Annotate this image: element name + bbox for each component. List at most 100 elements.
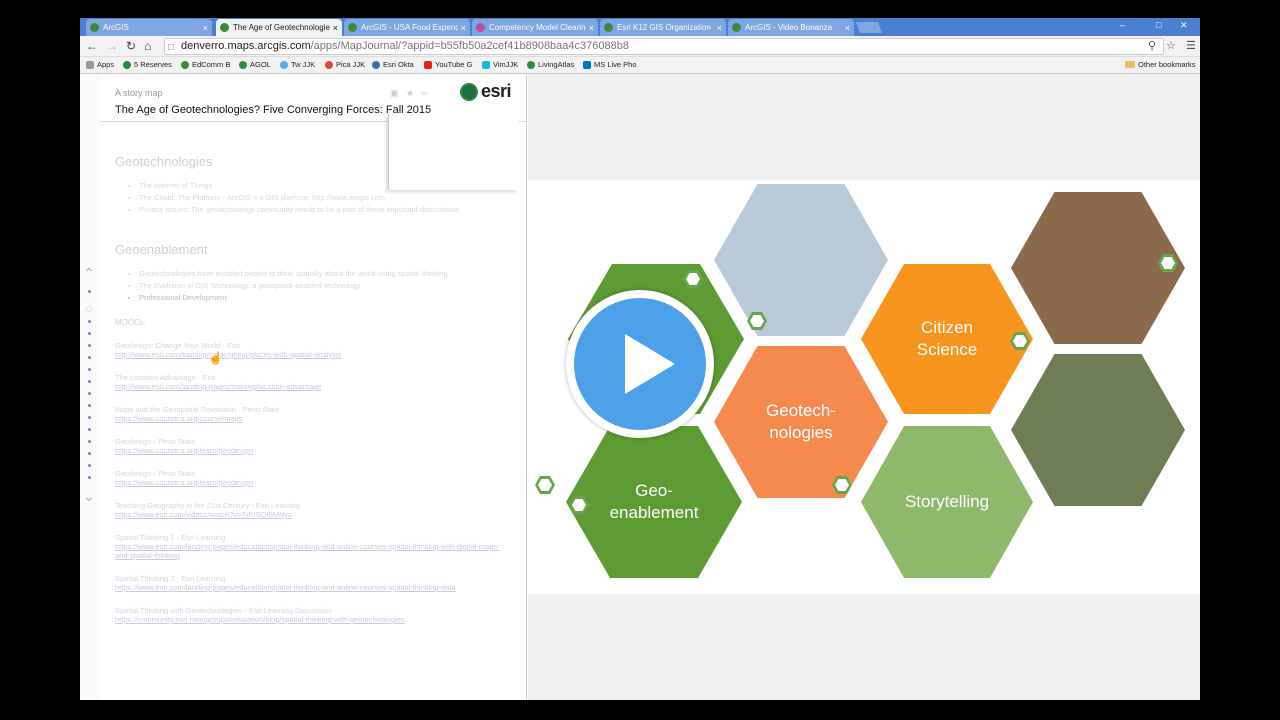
link-list: Geodesign: Change Your World - Esri http:…: [115, 341, 505, 624]
video-play-button[interactable]: [566, 290, 714, 438]
resource-title: The Location Advantage - Esri: [115, 373, 216, 382]
arcgis-favicon-icon: [348, 23, 357, 32]
story-subtitle: A story map: [115, 88, 163, 98]
tab-esri-k12[interactable]: Esri K12 GIS Organization ×: [600, 19, 726, 36]
bookmark-esri-okta[interactable]: Esri Okta: [372, 60, 414, 69]
resource-link[interactable]: http://www.esri.com/training/mooc/going-…: [115, 350, 505, 359]
resource-link[interactable]: http://www.esri.com/landing-pages/traini…: [115, 382, 505, 391]
resource-title: Geodesign: Change Your World - Esri: [115, 341, 240, 350]
close-tab-icon[interactable]: ×: [589, 23, 594, 33]
browser-toolbar: ← → ↻ ⌂ □ denverro.maps.arcgis.com/apps/…: [80, 36, 1200, 57]
onedrive-icon: [583, 60, 591, 69]
section-dot[interactable]: [88, 476, 91, 479]
close-tab-icon[interactable]: ×: [717, 23, 722, 33]
chevron-down-icon[interactable]: ⌄: [83, 488, 95, 505]
page-content: ⌃ ⌄ A story map The Age of Geotechnologi…: [80, 74, 1200, 700]
link-icon[interactable]: ∞: [421, 88, 427, 98]
maximize-icon[interactable]: □: [1156, 20, 1161, 30]
story-body: Geotechnologies The Internet of Things T…: [115, 134, 505, 624]
section-dot[interactable]: [88, 290, 91, 293]
resource-link[interactable]: https://www.coursera.org/course/maps: [115, 414, 505, 423]
resource-link[interactable]: https://community.esri.com/groups/educat…: [115, 615, 505, 624]
resource-link[interactable]: https://www.coursera.org/learn/geodesign: [115, 478, 505, 487]
browser-window: ArcGIS × The Age of Geotechnologies × Ar…: [80, 18, 1200, 700]
new-tab-button[interactable]: [855, 22, 883, 33]
globe-icon: [460, 82, 478, 101]
tab-title: ArcGIS: [103, 23, 129, 32]
resource-title: Teaching Geography in the 21st Century -…: [115, 501, 301, 510]
resource-title: Spatial Thinking with Geotechnologies - …: [115, 606, 332, 615]
bookmark-youtube[interactable]: YouTube G: [424, 60, 472, 69]
clearinghouse-favicon-icon: [476, 23, 485, 32]
address-bar[interactable]: □ denverro.maps.arcgis.com/apps/MapJourn…: [164, 38, 1164, 55]
hex-geoenablement: Geo-enablement: [566, 426, 742, 578]
section-dot[interactable]: [88, 380, 91, 383]
section-dot[interactable]: [88, 392, 91, 395]
section-dot[interactable]: [88, 332, 91, 335]
facebook-icon[interactable]: ▣: [390, 88, 399, 99]
bookmark-apps[interactable]: Apps: [86, 60, 114, 69]
bookmark-agol[interactable]: AGOL: [239, 60, 271, 69]
bookmark-pica-jjk[interactable]: Pica JJK: [325, 60, 365, 69]
hex-label: Citizen Science: [916, 317, 978, 359]
menu-icon[interactable]: ☰: [1186, 39, 1196, 52]
close-tab-icon[interactable]: ×: [333, 23, 338, 33]
arcgis-favicon-icon: [604, 23, 613, 32]
tab-competency-model[interactable]: Competency Model Clearing ×: [472, 19, 598, 36]
other-bookmarks[interactable]: Other bookmarks: [1125, 60, 1196, 69]
bookmark-favicon-icon: [372, 60, 380, 69]
close-tab-icon[interactable]: ×: [461, 23, 466, 33]
bookmark-favicon-icon: [239, 60, 247, 69]
resource-link[interactable]: https://www.esri.com/landing-pages/educa…: [115, 583, 505, 592]
bookmark-edcomm[interactable]: EdComm B: [181, 60, 230, 69]
tab-video-bonanza[interactable]: ArcGIS - Video Bonanza ×: [728, 19, 854, 36]
bookmarks-bar: Apps 5 Reserves EdComm B AGOL Tw JJK Pic…: [80, 57, 1200, 74]
bookmark-label: Apps: [97, 60, 115, 69]
tab-arcgis[interactable]: ArcGIS ×: [86, 19, 212, 36]
bookmark-tw-jjk[interactable]: Tw JJK: [280, 60, 315, 69]
close-window-icon[interactable]: ✕: [1180, 20, 1188, 31]
section-dot[interactable]: [88, 452, 91, 455]
section-dot[interactable]: [88, 368, 91, 371]
section-dot[interactable]: [88, 464, 91, 467]
forward-arrow-icon[interactable]: →: [106, 39, 118, 53]
hex-image-map-screenshot: [714, 184, 888, 336]
back-arrow-icon[interactable]: ←: [86, 39, 98, 53]
section-dot[interactable]: [88, 320, 91, 323]
twitter-icon[interactable]: ★: [406, 88, 414, 99]
section-dot[interactable]: [88, 404, 91, 407]
bookmark-vimjjk[interactable]: VimJJK: [482, 60, 518, 69]
tab-usa-food[interactable]: ArcGIS - USA Food Expendi ×: [344, 19, 470, 36]
resource-link[interactable]: https://www.esri.com/landing-pages/educa…: [115, 542, 505, 560]
bookmark-star-icon[interactable]: ☆: [1166, 39, 1176, 52]
section-dot[interactable]: [88, 428, 91, 431]
story-title: The Age of Geotechnologies? Five Converg…: [115, 104, 432, 116]
resource-link[interactable]: https://www.coursera.org/learn/geodesign: [115, 446, 505, 455]
resource-title: Geodesign - Penn State: [115, 437, 196, 446]
bookmark-ms-live[interactable]: MS Live Pho: [583, 60, 637, 69]
bookmark-livingatlas[interactable]: LivingAtlas: [527, 60, 574, 69]
section-dot[interactable]: [88, 440, 91, 443]
section-dot[interactable]: [88, 344, 91, 347]
bullet-item: The Cloud: The Platform - ArcGIS = a GIS…: [139, 193, 505, 202]
arcgis-favicon-icon: [220, 23, 229, 32]
home-icon[interactable]: ⌂: [144, 39, 151, 53]
bookmark-5-reserves[interactable]: 5 Reserves: [123, 60, 172, 69]
section-dot[interactable]: [88, 416, 91, 419]
reload-icon[interactable]: ↻: [126, 39, 136, 53]
play-icon: [625, 334, 675, 394]
url-path: /apps/MapJournal/?appid=b55fb50a2cef41b8…: [310, 40, 629, 52]
resource-title: Spatial Thinking 2 - Esri Learning: [115, 574, 226, 583]
section-nav: ⌃ ⌄: [80, 74, 100, 700]
zoom-icon[interactable]: ⚲: [1148, 39, 1156, 52]
tab-age-of-geotechnologies[interactable]: The Age of Geotechnologies ×: [216, 19, 342, 36]
close-tab-icon[interactable]: ×: [203, 23, 208, 33]
chevron-up-icon[interactable]: ⌃: [83, 265, 95, 282]
section-dot-current[interactable]: [86, 306, 92, 312]
section-dot[interactable]: [88, 356, 91, 359]
minimize-icon[interactable]: –: [1120, 20, 1125, 30]
resource-link[interactable]: https://www.esri.com/videos/watch?v=TdUS…: [115, 510, 505, 519]
close-tab-icon[interactable]: ×: [845, 23, 850, 33]
url-host: denverro.maps.arcgis.com: [181, 40, 311, 52]
hex-label: Storytelling: [904, 491, 990, 511]
